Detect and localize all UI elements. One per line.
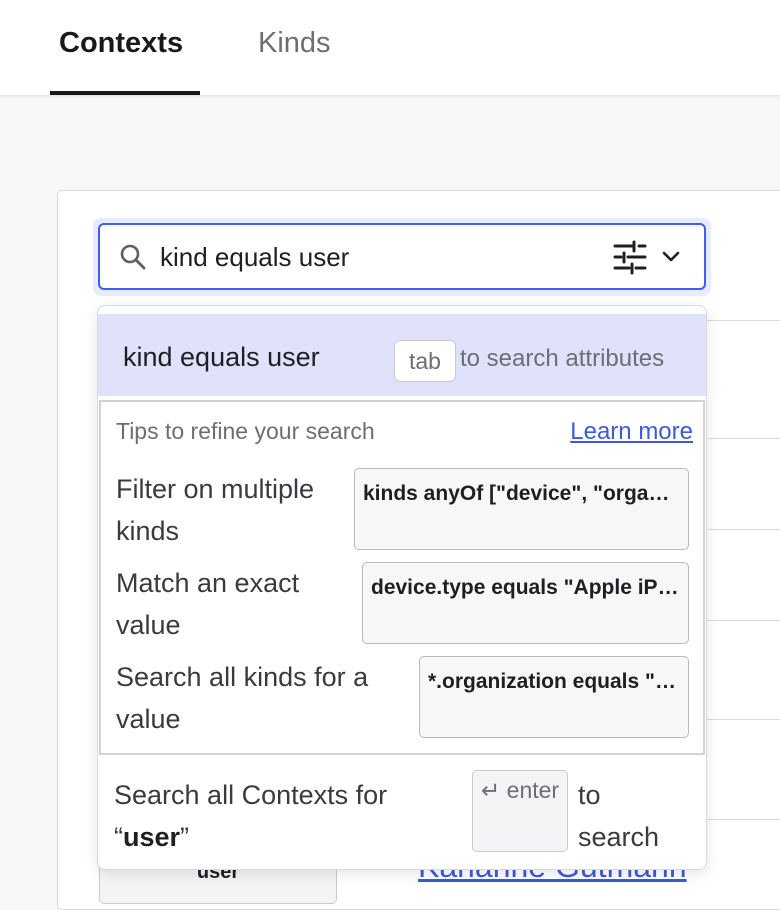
tip-example-query[interactable]: *.organization equals "Acme" [419,656,689,738]
tips-title: Tips to refine your search [116,418,375,444]
table-row-divider [705,320,780,321]
tip-example-query[interactable]: device.type equals "Apple iPhone" [362,562,689,644]
search-input[interactable] [160,239,590,275]
tip-label: Filter on multiple kinds [116,474,315,546]
tab-key-badge: tab [394,340,456,382]
suggestion-text: kind equals user [123,342,320,372]
top-tab-bar: Contexts Kinds [0,0,780,96]
enter-icon: ↵ [481,777,501,803]
tab-contexts[interactable]: Contexts [59,26,183,60]
suggestion-item[interactable]: kind equals user tab to search attribute… [98,314,706,396]
table-row-divider [705,719,780,720]
search-box[interactable] [98,223,706,290]
table-row-divider [705,529,780,530]
tip-label: Match an exact value [116,568,300,640]
enter-key-badge: ↵ enter [472,770,568,852]
tip-label: Search all kinds for a value [116,662,369,734]
active-tab-indicator [50,91,200,95]
search-action-suffix: to search [578,780,660,852]
table-row-divider [705,438,780,439]
table-row-divider [705,620,780,621]
search-tips-panel: Tips to refine your search Learn more Fi… [99,400,705,755]
tab-kinds[interactable]: Kinds [258,26,331,60]
chevron-down-icon[interactable] [660,245,682,267]
learn-more-link[interactable]: Learn more [570,418,693,446]
suggestion-hint: to search attributes [460,345,665,372]
search-icon [120,244,146,270]
tip-example-query[interactable]: kinds anyOf ["device", "organization"] [354,468,689,550]
search-suggestions-dropdown: kind equals user tab to search attribute… [97,305,707,870]
search-all-contexts-action[interactable]: Search all Contexts for “user” [114,774,387,858]
table-row-divider [705,819,780,820]
sliders-icon[interactable] [612,239,648,275]
